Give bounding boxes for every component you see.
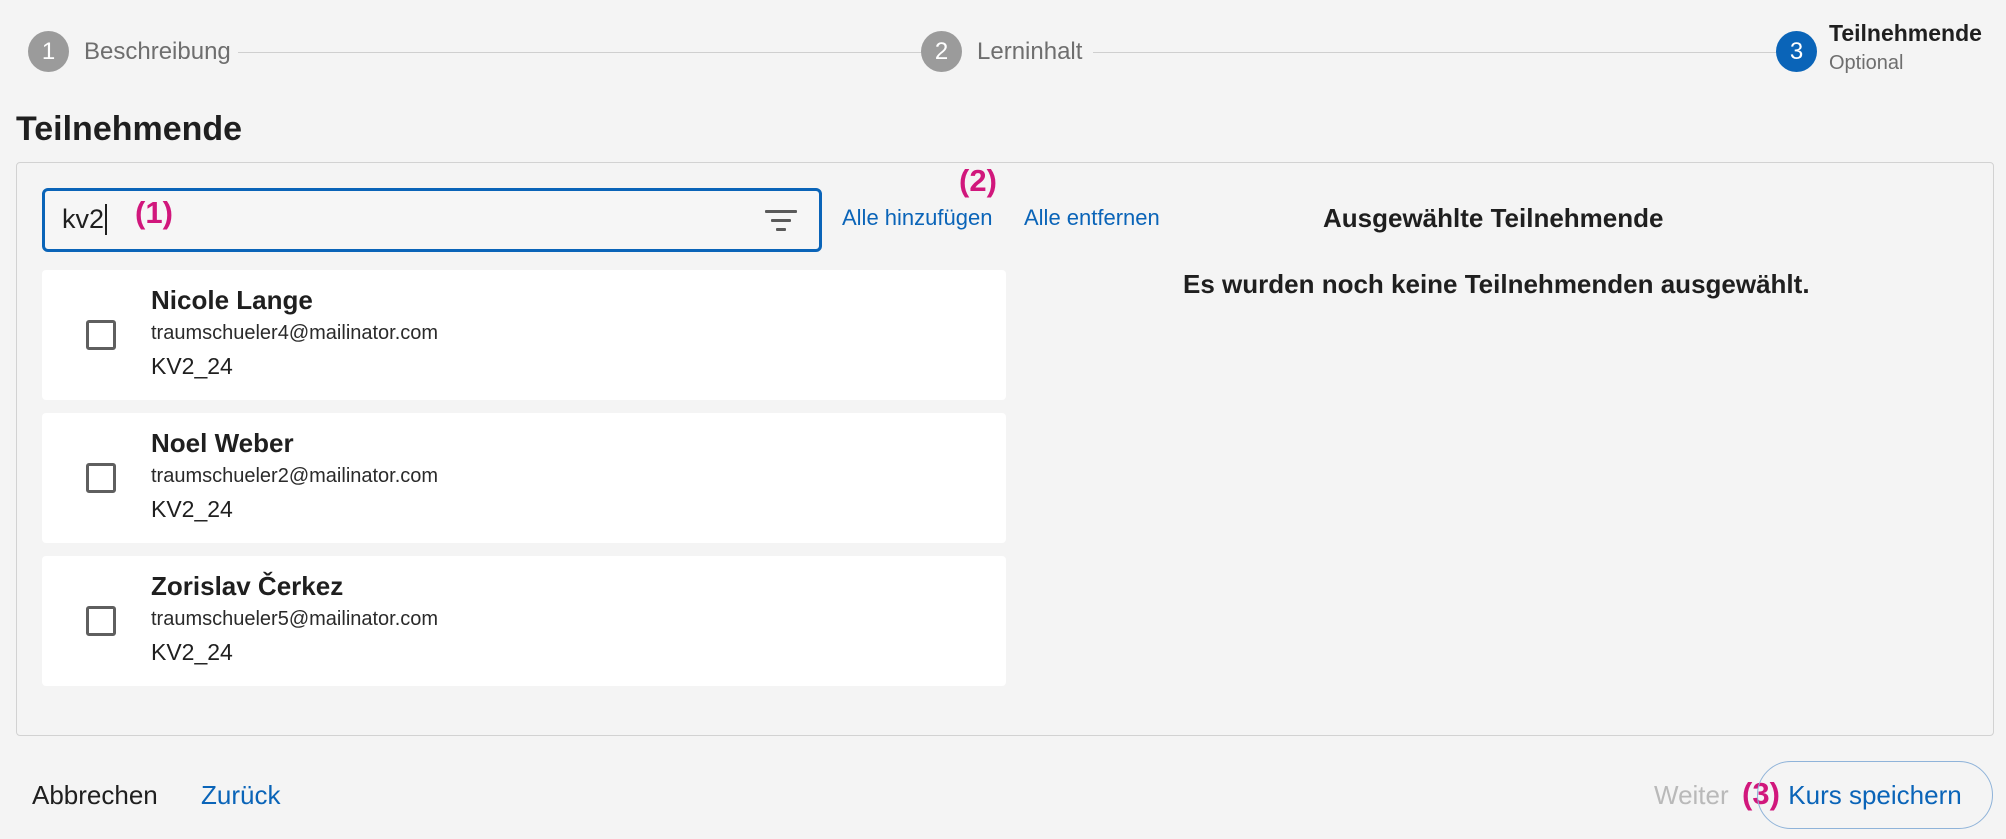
save-course-label: Kurs speichern [1788, 779, 1962, 810]
step-number: 3 [1776, 31, 1817, 72]
participant-group: KV2_24 [151, 496, 233, 522]
stepper: 1 Beschreibung 2 Lerninhalt 3 Teilnehmen… [28, 20, 1988, 82]
step-lerninhalt[interactable]: 2 Lerninhalt [921, 31, 1082, 72]
step-teilnehmende[interactable]: 3 [1776, 31, 1817, 72]
empty-selection-message: Es wurden noch keine Teilnehmenden ausge… [1183, 269, 1810, 299]
list-item[interactable]: Noel Weber traumschueler2@mailinator.com… [42, 413, 1006, 543]
save-course-button[interactable]: Kurs speichern [1757, 761, 1993, 829]
participant-group: KV2_24 [151, 639, 233, 665]
participant-group: KV2_24 [151, 353, 233, 379]
participant-name: Zorislav Čerkez [151, 571, 344, 601]
page: 1 Beschreibung 2 Lerninhalt 3 Teilnehmen… [0, 0, 2006, 839]
participant-email: traumschueler4@mailinator.com [151, 322, 439, 344]
step-connector [238, 52, 938, 53]
page-title: Teilnehmende [16, 110, 243, 148]
step-number: 2 [921, 31, 962, 72]
annotation-marker: (1) [135, 195, 173, 230]
step-label: Teilnehmende [1829, 20, 1982, 46]
step-beschreibung[interactable]: 1 Beschreibung [28, 31, 231, 72]
participant-checkbox[interactable] [86, 606, 116, 636]
participant-email: traumschueler2@mailinator.com [151, 465, 439, 487]
participant-name: Nicole Lange [151, 285, 313, 315]
step-sublabel: Optional [1829, 52, 1904, 74]
selected-participants-title: Ausgewählte Teilnehmende [1323, 203, 1664, 233]
search-value[interactable]: kv2 [62, 204, 108, 235]
step-number: 1 [28, 31, 69, 72]
step-label: Lerninhalt [977, 37, 1083, 65]
list-item[interactable]: Zorislav Čerkez traumschueler5@mailinato… [42, 556, 1006, 686]
remove-all-button[interactable]: Alle entfernen [1024, 205, 1160, 231]
participant-checkbox[interactable] [86, 463, 116, 493]
participants-panel: kv2 (1) (2) Alle hinzufügen Alle entfern… [16, 162, 1994, 736]
step-label: Beschreibung [84, 37, 231, 65]
participant-checkbox[interactable] [86, 320, 116, 350]
add-all-button[interactable]: Alle hinzufügen [842, 205, 992, 231]
next-button[interactable]: Weiter [1654, 780, 1729, 811]
list-item[interactable]: Nicole Lange traumschueler4@mailinator.c… [42, 270, 1006, 400]
step-teilnehmende-text: Teilnehmende Optional [1829, 18, 1982, 78]
annotation-marker: (2) [959, 163, 997, 198]
cancel-button[interactable]: Abbrechen [32, 780, 158, 811]
participant-name: Noel Weber [151, 428, 294, 458]
participant-email: traumschueler5@mailinator.com [151, 608, 439, 630]
filter-icon[interactable] [765, 208, 797, 234]
back-button[interactable]: Zurück [201, 780, 280, 811]
participant-list: Nicole Lange traumschueler4@mailinator.c… [42, 270, 1006, 699]
step-connector [1093, 52, 1793, 53]
